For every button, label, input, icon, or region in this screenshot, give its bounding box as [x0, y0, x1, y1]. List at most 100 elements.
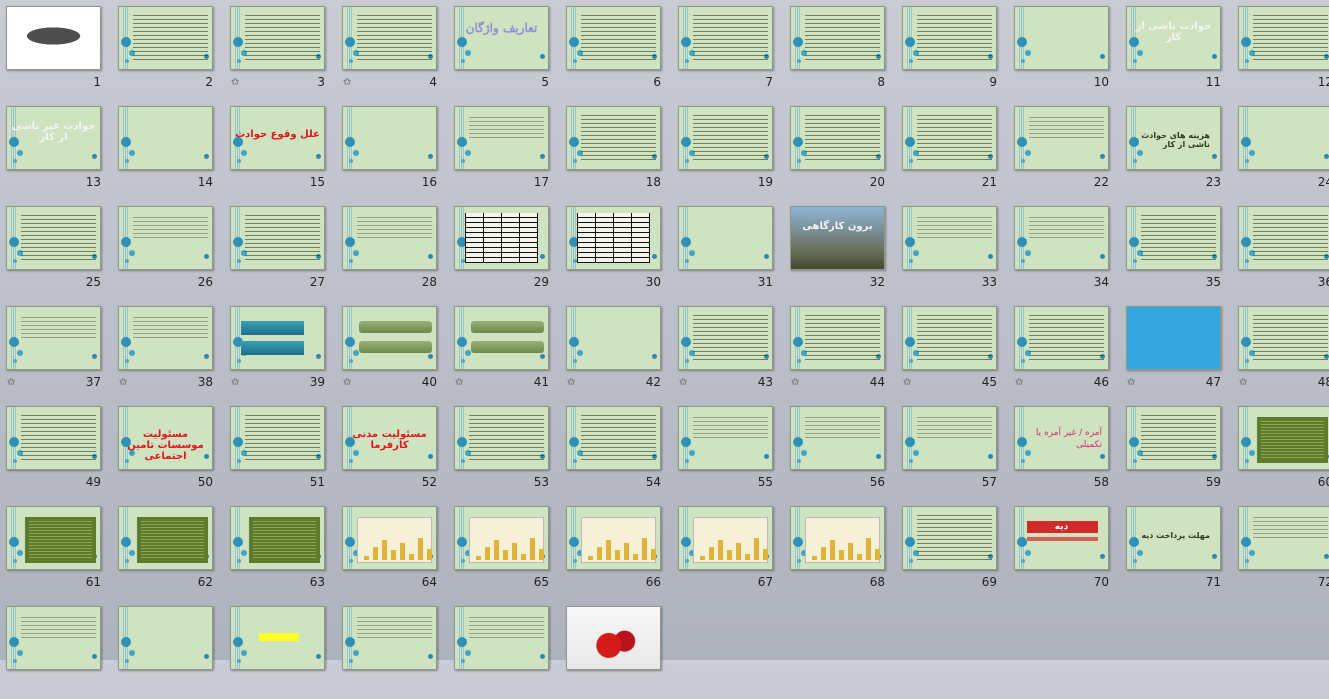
- slide-thumb-item[interactable]: 61: [3, 503, 111, 599]
- slide-thumb-item[interactable]: 18: [563, 103, 671, 199]
- slide-thumb-item[interactable]: 66: [563, 503, 671, 599]
- slide-thumb-item[interactable]: 37 ✩: [3, 303, 111, 399]
- slide-thumbnail[interactable]: [454, 406, 549, 470]
- slide-thumbnail[interactable]: [1014, 206, 1109, 270]
- slide-thumb-item[interactable]: 12: [1235, 3, 1329, 99]
- slide-thumb-item[interactable]: 39 ✩: [227, 303, 335, 399]
- slide-thumb-item[interactable]: 25: [3, 203, 111, 299]
- transition-star-icon[interactable]: ✩: [1127, 377, 1135, 388]
- slide-thumb-item[interactable]: 8: [787, 3, 895, 99]
- slide-thumb-item[interactable]: 63: [227, 503, 335, 599]
- transition-star-icon[interactable]: ✩: [791, 377, 799, 388]
- slide-thumbnail[interactable]: [118, 606, 213, 670]
- slide-thumb-item[interactable]: 1: [3, 3, 111, 99]
- transition-star-icon[interactable]: ✩: [231, 77, 239, 88]
- slide-thumbnail[interactable]: [566, 406, 661, 470]
- transition-star-icon[interactable]: ✩: [567, 377, 575, 388]
- slide-thumbnail[interactable]: [790, 406, 885, 470]
- slide-thumb-item[interactable]: [339, 603, 447, 699]
- slide-thumb-item[interactable]: [563, 603, 671, 699]
- slide-thumbnail[interactable]: [902, 6, 997, 70]
- slide-thumbnail[interactable]: [678, 206, 773, 270]
- slide-thumbnail[interactable]: [118, 206, 213, 270]
- slide-thumbnail[interactable]: [1238, 506, 1329, 570]
- transition-star-icon[interactable]: ✩: [119, 377, 127, 388]
- slide-thumb-item[interactable]: مسئولیت مدنی کارفرما 52: [339, 403, 447, 499]
- slide-thumbnail[interactable]: [230, 506, 325, 570]
- slide-thumb-item[interactable]: 55: [675, 403, 783, 499]
- slide-thumbnail[interactable]: [678, 106, 773, 170]
- slide-thumb-item[interactable]: 54: [563, 403, 671, 499]
- transition-star-icon[interactable]: ✩: [1015, 377, 1023, 388]
- slide-thumbnail[interactable]: [6, 6, 101, 70]
- slide-thumb-item[interactable]: 26: [115, 203, 223, 299]
- slide-thumb-item[interactable]: 49: [3, 403, 111, 499]
- slide-thumb-item[interactable]: 41 ✩: [451, 303, 559, 399]
- slide-thumbnail[interactable]: [566, 206, 661, 270]
- slide-thumbnail[interactable]: برون کارگاهی: [790, 206, 885, 270]
- slide-thumbnail[interactable]: [1238, 406, 1329, 470]
- slide-thumb-item[interactable]: 27: [227, 203, 335, 299]
- slide-thumbnail[interactable]: [230, 606, 325, 670]
- slide-thumbnail[interactable]: حوادث ناشی از کار: [1126, 6, 1221, 70]
- slide-thumbnail[interactable]: [566, 6, 661, 70]
- slide-thumbnail[interactable]: [6, 306, 101, 370]
- slide-thumbnail[interactable]: [454, 306, 549, 370]
- slide-thumb-item[interactable]: 10: [1011, 3, 1119, 99]
- slide-thumb-item[interactable]: 56: [787, 403, 895, 499]
- slide-thumb-item[interactable]: 36: [1235, 203, 1329, 299]
- slide-thumbnail[interactable]: [678, 306, 773, 370]
- slide-thumbnail[interactable]: [454, 106, 549, 170]
- slide-thumb-item[interactable]: 48 ✩: [1235, 303, 1329, 399]
- slide-thumbnail[interactable]: [1126, 306, 1221, 370]
- slide-thumb-item[interactable]: [451, 603, 559, 699]
- slide-thumb-item[interactable]: 21: [899, 103, 1007, 199]
- slide-thumbnail[interactable]: [6, 506, 101, 570]
- slide-thumbnail[interactable]: [230, 6, 325, 70]
- slide-thumb-item[interactable]: 29: [451, 203, 559, 299]
- slide-thumbnail[interactable]: [566, 106, 661, 170]
- slide-thumbnail[interactable]: علل وقوع حوادث: [230, 106, 325, 170]
- slide-thumb-item[interactable]: 6: [563, 3, 671, 99]
- slide-thumb-item[interactable]: 51: [227, 403, 335, 499]
- transition-star-icon[interactable]: ✩: [455, 377, 463, 388]
- slide-thumb-item[interactable]: 64: [339, 503, 447, 599]
- transition-star-icon[interactable]: ✩: [343, 377, 351, 388]
- slide-thumb-item[interactable]: 46 ✩: [1011, 303, 1119, 399]
- slide-thumbnail[interactable]: آمره / غیر آمره یا تکمیلی: [1014, 406, 1109, 470]
- slide-thumb-item[interactable]: 19: [675, 103, 783, 199]
- slide-thumbnail[interactable]: [6, 406, 101, 470]
- slide-thumb-item[interactable]: [227, 603, 335, 699]
- slide-thumbnail[interactable]: [902, 106, 997, 170]
- slide-thumbnail[interactable]: مسئولیت مدنی کارفرما: [342, 406, 437, 470]
- slide-thumb-item[interactable]: 22: [1011, 103, 1119, 199]
- slide-thumb-item[interactable]: هزینه های حوادث ناشی از کار 23: [1123, 103, 1231, 199]
- slide-thumb-item[interactable]: 38 ✩: [115, 303, 223, 399]
- slide-thumb-item[interactable]: 33: [899, 203, 1007, 299]
- slide-thumbnail[interactable]: [342, 6, 437, 70]
- slide-thumbnail[interactable]: [230, 306, 325, 370]
- slide-thumbnail[interactable]: [342, 306, 437, 370]
- slide-thumb-item[interactable]: 24: [1235, 103, 1329, 199]
- transition-star-icon[interactable]: ✩: [679, 377, 687, 388]
- slide-thumbnail[interactable]: دیه: [1014, 506, 1109, 570]
- slide-thumb-item[interactable]: مسئولیت موسسات تامین اجتماعی 50: [115, 403, 223, 499]
- slide-thumbnail[interactable]: [678, 6, 773, 70]
- slide-thumb-item[interactable]: [115, 603, 223, 699]
- slide-thumb-item[interactable]: حوادث ناشی از کار 11: [1123, 3, 1231, 99]
- slide-thumbnail[interactable]: [1014, 306, 1109, 370]
- slide-thumbnail[interactable]: [1014, 106, 1109, 170]
- slide-thumbnail[interactable]: [454, 606, 549, 670]
- slide-thumb-item[interactable]: 2: [115, 3, 223, 99]
- slide-thumb-item[interactable]: 14: [115, 103, 223, 199]
- slide-thumb-item[interactable]: تعاریف واژگان 5: [451, 3, 559, 99]
- slide-thumb-item[interactable]: 65: [451, 503, 559, 599]
- slide-thumbnail[interactable]: [678, 506, 773, 570]
- slide-thumb-item[interactable]: 60: [1235, 403, 1329, 499]
- slide-thumbnail[interactable]: [790, 106, 885, 170]
- transition-star-icon[interactable]: ✩: [7, 377, 15, 388]
- transition-star-icon[interactable]: ✩: [903, 377, 911, 388]
- slide-thumbnail[interactable]: [6, 206, 101, 270]
- slide-thumb-item[interactable]: 44 ✩: [787, 303, 895, 399]
- slide-thumbnail[interactable]: [566, 306, 661, 370]
